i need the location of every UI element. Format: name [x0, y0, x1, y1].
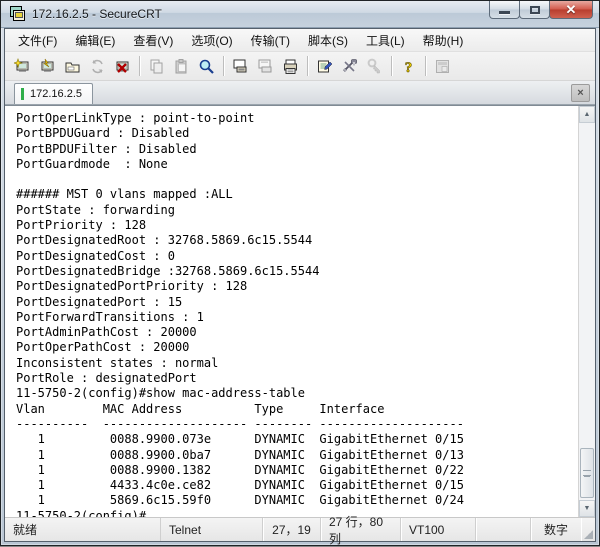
- quick-connect-button[interactable]: [10, 54, 35, 78]
- scrollbar-grip-icon: [583, 470, 591, 476]
- session-manager-button: [430, 54, 455, 78]
- minimize-button[interactable]: [489, 1, 520, 19]
- paste-icon: [173, 58, 190, 75]
- reconnect-button: [85, 54, 110, 78]
- copy-button: [144, 54, 169, 78]
- keymap-button: [362, 54, 387, 78]
- menu-item[interactable]: 工具(L): [357, 29, 414, 52]
- scroll-up-icon: ▲: [584, 111, 591, 118]
- title-bar: 172.16.2.5 - SecureCRT ✕: [1, 1, 599, 28]
- window-title: 172.16.2.5 - SecureCRT: [32, 7, 162, 21]
- scroll-down-icon: ▼: [584, 505, 591, 512]
- securecrt-window: 172.16.2.5 - SecureCRT ✕ 文件(F)编辑(E)查看(V)…: [0, 0, 600, 546]
- connect-icon: [39, 58, 56, 75]
- session-tab-label: 172.16.2.5: [30, 88, 82, 100]
- maximize-icon: [530, 6, 540, 14]
- disconnect-icon: [114, 58, 131, 75]
- close-button[interactable]: ✕: [549, 1, 593, 19]
- status-ready: 就绪: [5, 518, 160, 541]
- scrollbar-thumb[interactable]: [580, 448, 594, 498]
- menu-item[interactable]: 脚本(S): [299, 29, 357, 52]
- menu-item[interactable]: 帮助(H): [414, 29, 473, 52]
- terminal-area: PortOperLinkType : point-to-point PortBP…: [5, 105, 595, 517]
- disconnect-button[interactable]: [110, 54, 135, 78]
- connect-button[interactable]: [35, 54, 60, 78]
- resize-grip[interactable]: [581, 518, 595, 541]
- toolbar-separator: [223, 56, 224, 76]
- status-cursor-position: 27，19: [263, 518, 321, 541]
- toolbar-separator: [391, 56, 392, 76]
- menu-item[interactable]: 文件(F): [9, 29, 66, 52]
- terminal-output[interactable]: PortOperLinkType : point-to-point PortBP…: [5, 106, 578, 517]
- session-options-button[interactable]: [312, 54, 337, 78]
- session-manager-icon: [434, 58, 451, 75]
- window-content: 文件(F)编辑(E)查看(V)选项(O)传输(T)脚本(S)工具(L)帮助(H)…: [4, 28, 596, 542]
- find-icon: [198, 58, 215, 75]
- app-icon: [10, 6, 26, 22]
- toolbar-separator: [425, 56, 426, 76]
- help-button[interactable]: ?: [396, 54, 421, 78]
- status-blank: [476, 518, 531, 541]
- minimize-icon: [499, 11, 510, 14]
- find-button[interactable]: [194, 54, 219, 78]
- menu-item[interactable]: 选项(O): [182, 29, 241, 52]
- print-icon: [282, 58, 299, 75]
- global-options-button[interactable]: [337, 54, 362, 78]
- status-bar: 就绪 Telnet 27，19 27 行，80 列 VT100 数字: [5, 517, 595, 541]
- toolbar-separator: [139, 56, 140, 76]
- keymap-icon: [366, 58, 383, 75]
- reconnect-icon: [89, 58, 106, 75]
- toolbar: ?: [5, 52, 595, 81]
- connect-in-tab-button[interactable]: [60, 54, 85, 78]
- print-button[interactable]: [278, 54, 303, 78]
- menu-item[interactable]: 编辑(E): [66, 29, 124, 52]
- help-icon: ?: [400, 58, 417, 75]
- print-screen-button[interactable]: [228, 54, 253, 78]
- status-protocol: Telnet: [160, 518, 263, 541]
- session-tab[interactable]: 172.16.2.5: [14, 83, 93, 104]
- close-icon: ✕: [566, 3, 577, 16]
- print-selection-icon: [257, 58, 274, 75]
- copy-icon: [148, 58, 165, 75]
- scrollbar-track[interactable]: [579, 123, 595, 500]
- scroll-down-button[interactable]: ▼: [579, 500, 595, 517]
- print-screen-icon: [232, 58, 249, 75]
- status-emulation: VT100: [401, 518, 476, 541]
- maximize-button[interactable]: [519, 1, 550, 19]
- menu-bar: 文件(F)编辑(E)查看(V)选项(O)传输(T)脚本(S)工具(L)帮助(H): [5, 29, 595, 52]
- menu-item[interactable]: 传输(T): [242, 29, 299, 52]
- vertical-scrollbar[interactable]: ▲ ▼: [578, 106, 595, 517]
- print-selection-button: [253, 54, 278, 78]
- tab-bar: 172.16.2.5 ×: [5, 81, 595, 105]
- tab-close-icon: ×: [577, 88, 583, 99]
- svg-text:?: ?: [405, 60, 413, 75]
- status-num-lock: 数字: [531, 518, 581, 541]
- menu-item[interactable]: 查看(V): [124, 29, 182, 52]
- toolbar-separator: [307, 56, 308, 76]
- tab-close-button[interactable]: ×: [571, 84, 590, 102]
- session-options-icon: [316, 58, 333, 75]
- scroll-up-button[interactable]: ▲: [579, 106, 595, 123]
- paste-button: [169, 54, 194, 78]
- quick-connect-icon: [14, 58, 31, 75]
- connected-indicator-icon: [21, 88, 24, 100]
- connect-in-tab-icon: [64, 58, 81, 75]
- global-options-icon: [341, 58, 358, 75]
- status-terminal-size: 27 行，80 列: [321, 518, 401, 541]
